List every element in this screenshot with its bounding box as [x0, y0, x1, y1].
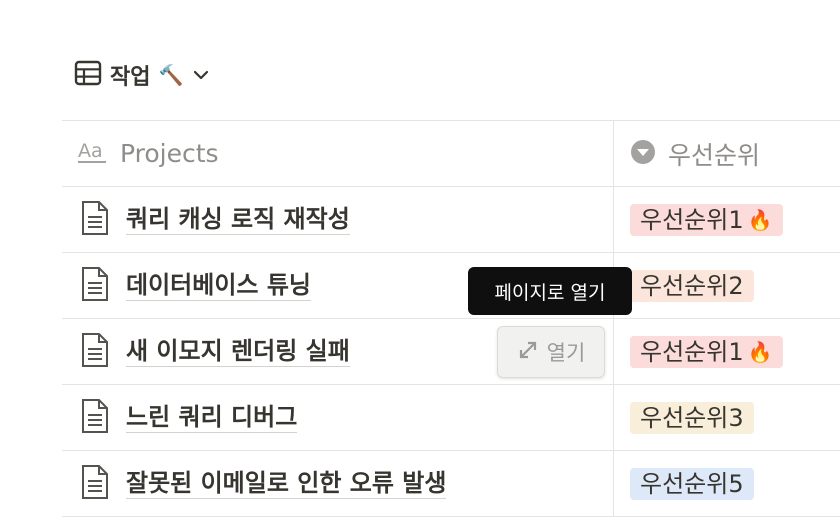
- name-cell[interactable]: 쿼리 캐싱 로직 재작성: [62, 187, 614, 252]
- column-header-label: Projects: [120, 139, 219, 168]
- page-icon: [80, 398, 110, 438]
- page-title-link[interactable]: 데이터베이스 튜닝: [126, 271, 311, 301]
- priority-cell[interactable]: 우선순위1 🔥: [614, 187, 840, 252]
- priority-tag: 우선순위1 🔥: [630, 335, 783, 368]
- priority-tag-label: 우선순위2: [640, 271, 744, 300]
- open-page-button-label: 열기: [546, 341, 586, 365]
- expand-arrows-icon: [517, 339, 539, 366]
- chevron-down-icon[interactable]: [193, 66, 209, 85]
- fire-emoji-icon: 🔥: [747, 207, 773, 232]
- page-icon: [80, 266, 110, 306]
- priority-cell[interactable]: 우선순위1 🔥: [614, 319, 840, 384]
- text-aa-icon: Aa: [78, 139, 108, 169]
- column-header-priority[interactable]: 우선순위: [614, 121, 840, 186]
- table-row[interactable]: 데이터베이스 튜닝 우선순위2: [62, 253, 840, 319]
- database-table: Aa Projects 우선순위 쿼리 캐싱 로직 재작성 우선순위1 🔥 데이…: [62, 120, 840, 517]
- page-icon: [80, 200, 110, 240]
- priority-cell[interactable]: 우선순위2: [614, 253, 840, 318]
- hammer-emoji-icon: 🔨: [158, 63, 184, 87]
- priority-tag-label: 우선순위1: [640, 205, 744, 234]
- open-as-page-tooltip: 페이지로 열기: [468, 267, 632, 315]
- table-row[interactable]: 잘못된 이메일로 인한 오류 발생 우선순위5: [62, 451, 840, 517]
- priority-cell[interactable]: 우선순위3: [614, 385, 840, 450]
- view-title: 작업: [110, 65, 151, 90]
- priority-tag-label: 우선순위1: [640, 337, 744, 366]
- page-title-link[interactable]: 새 이모지 렌더링 실패: [126, 337, 350, 367]
- name-cell[interactable]: 잘못된 이메일로 인한 오류 발생: [62, 451, 614, 516]
- open-page-button[interactable]: 열기: [497, 326, 605, 378]
- view-selector[interactable]: 작업 🔨: [74, 58, 209, 92]
- priority-cell[interactable]: 우선순위5: [614, 451, 840, 516]
- priority-tag-label: 우선순위3: [640, 403, 744, 432]
- table-row[interactable]: 새 이모지 렌더링 실패 우선순위1 🔥: [62, 319, 840, 385]
- page-icon: [80, 332, 110, 372]
- priority-tag: 우선순위2: [630, 269, 754, 302]
- priority-tag: 우선순위1 🔥: [630, 203, 783, 236]
- svg-text:Aa: Aa: [78, 140, 103, 162]
- priority-tag: 우선순위5: [630, 467, 754, 500]
- priority-tag-label: 우선순위5: [640, 469, 744, 498]
- page-title-link[interactable]: 느린 쿼리 디버그: [126, 403, 298, 433]
- fire-emoji-icon: 🔥: [747, 339, 773, 364]
- select-property-icon: [630, 139, 656, 169]
- column-header-label: 우선순위: [668, 140, 761, 170]
- page-title-link[interactable]: 잘못된 이메일로 인한 오류 발생: [126, 469, 447, 499]
- page-icon: [80, 464, 110, 504]
- table-row[interactable]: 쿼리 캐싱 로직 재작성 우선순위1 🔥: [62, 187, 840, 253]
- priority-tag: 우선순위3: [630, 401, 754, 434]
- table-header-row: Aa Projects 우선순위: [62, 121, 840, 187]
- page-title-link[interactable]: 쿼리 캐싱 로직 재작성: [126, 205, 350, 235]
- table-row[interactable]: 느린 쿼리 디버그 우선순위3: [62, 385, 840, 451]
- name-cell[interactable]: 느린 쿼리 디버그: [62, 385, 614, 450]
- table-view-icon: [74, 59, 102, 91]
- column-header-projects[interactable]: Aa Projects: [62, 121, 614, 186]
